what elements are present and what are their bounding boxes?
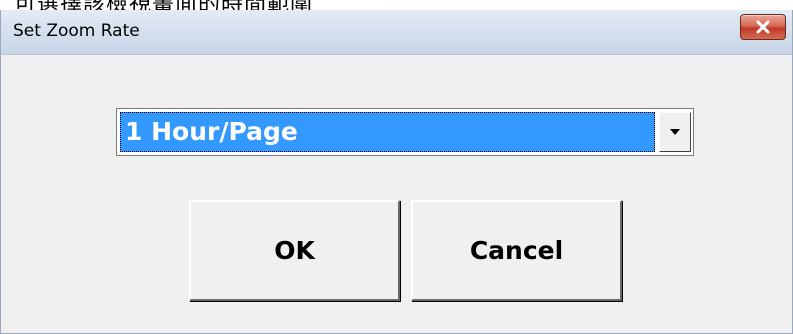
set-zoom-rate-dialog: Set Zoom Rate 1 Hour/Page OK Cancel (0, 10, 793, 334)
chevron-down-icon (670, 129, 680, 135)
dialog-title: Set Zoom Rate (13, 21, 140, 41)
ok-button[interactable]: OK (189, 200, 400, 301)
close-icon (756, 20, 770, 34)
cancel-button[interactable]: Cancel (411, 200, 622, 301)
dropdown-arrow-button[interactable] (659, 112, 691, 152)
title-bar[interactable]: Set Zoom Rate (1, 10, 792, 55)
background-text: 可選擇該檢視畫面的時間範圍 (14, 0, 313, 10)
close-button[interactable] (740, 14, 786, 40)
background-text-strip: 可選擇該檢視畫面的時間範圍 (0, 0, 793, 10)
zoom-rate-select[interactable]: 1 Hour/Page (116, 108, 694, 156)
zoom-rate-selected-value[interactable]: 1 Hour/Page (120, 112, 655, 152)
